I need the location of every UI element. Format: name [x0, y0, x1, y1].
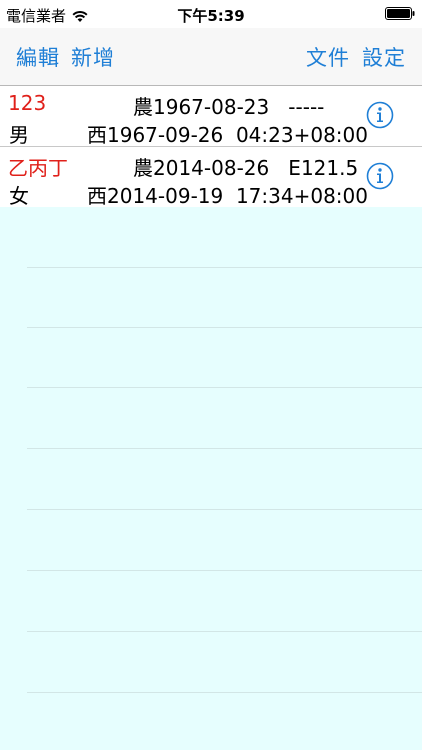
edit-button[interactable]: 編輯 — [16, 42, 60, 72]
status-bar: 電信業者 下午5:39 — [0, 0, 422, 28]
info-icon[interactable] — [366, 101, 394, 129]
record-gender: 男 — [9, 123, 29, 147]
file-button[interactable]: 文件 — [306, 42, 350, 72]
add-button[interactable]: 新增 — [71, 42, 115, 72]
record-solar-date: 西1967-09-26 04:23+08:00 — [87, 123, 368, 147]
status-time: 下午5:39 — [177, 7, 245, 25]
record-name: 乙丙丁 — [8, 156, 68, 180]
record-gender: 女 — [9, 184, 29, 208]
record-lunar-date: 農2014-08-26 E121.5 — [133, 156, 359, 180]
empty-row-divider — [27, 692, 422, 693]
empty-row-divider — [27, 267, 422, 268]
record-row[interactable]: 123 男 農1967-08-23 ----- 西1967-09-26 04:2… — [0, 86, 422, 147]
empty-list-area — [0, 207, 422, 750]
settings-button[interactable]: 設定 — [362, 42, 406, 72]
empty-row-divider — [27, 387, 422, 388]
record-name: 123 — [8, 91, 47, 115]
empty-row-divider — [27, 631, 422, 632]
empty-row-divider — [27, 327, 422, 328]
record-row[interactable]: 乙丙丁 女 農2014-08-26 E121.5 西2014-09-19 17:… — [0, 147, 422, 208]
record-lunar-date: 農1967-08-23 ----- — [133, 95, 325, 119]
record-list: 123 男 農1967-08-23 ----- 西1967-09-26 04:2… — [0, 86, 422, 208]
nav-bar: 編輯 新增 文件 設定 — [0, 28, 422, 86]
empty-row-divider — [27, 570, 422, 571]
battery-icon — [385, 7, 415, 20]
empty-row-divider — [27, 448, 422, 449]
info-icon[interactable] — [366, 162, 394, 190]
empty-row-divider — [27, 509, 422, 510]
record-solar-date: 西2014-09-19 17:34+08:00 — [87, 184, 368, 208]
